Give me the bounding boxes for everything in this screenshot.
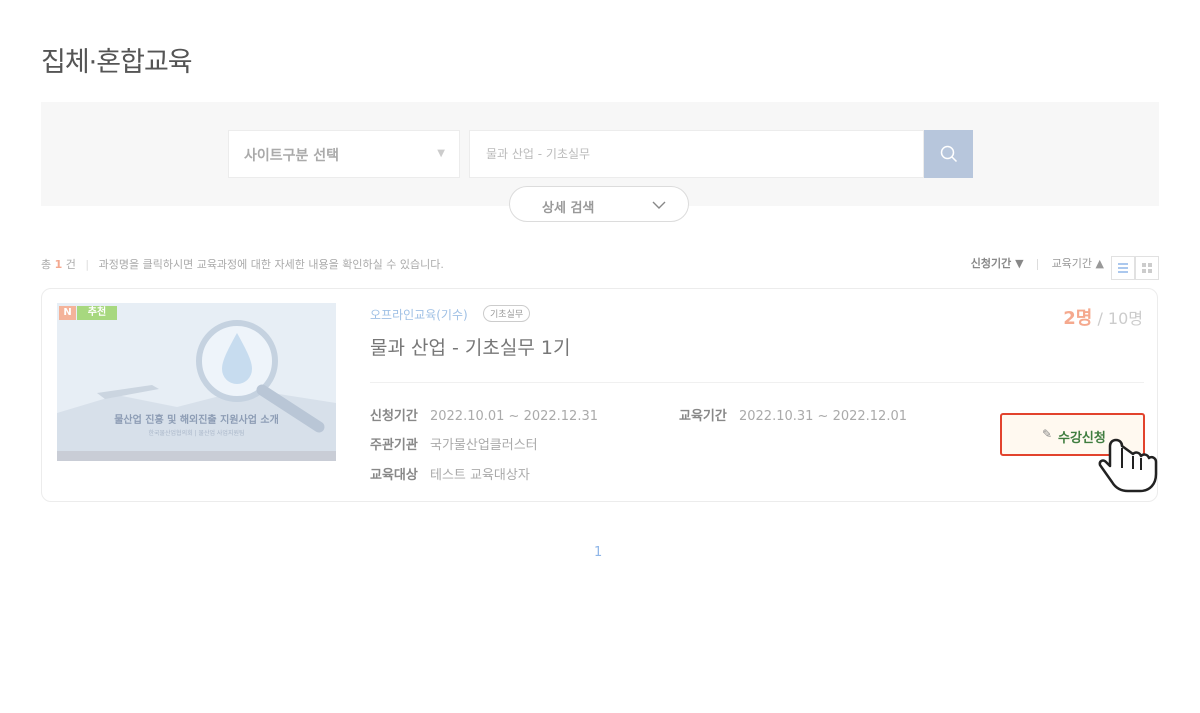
caret-down-icon: ▼ xyxy=(437,148,445,159)
sort-bar: 신청기간 ▼ 교육기간 ▲ xyxy=(971,255,1104,271)
host-org-value: 국가물산업클러스터 xyxy=(429,438,538,453)
summary-prefix: 총 xyxy=(41,258,52,271)
search-input[interactable]: 물과 산업 - 기초실무 xyxy=(469,130,924,178)
course-card: 물산업 진흥 및 해외진출 지원사업 소개 한국물산업협의회 | 물산업 사업지… xyxy=(41,288,1158,502)
search-panel: 사이트구분 선택 ▼ 물과 산업 - 기초실무 상세 검색 xyxy=(41,102,1159,222)
thumbnail-subtitle: 한국물산업협의회 | 물산업 사업지원팀 xyxy=(148,430,245,437)
hand-pointer-icon xyxy=(1098,438,1158,493)
chevron-down-icon xyxy=(652,201,666,209)
course-category: 오프라인교육(기수) xyxy=(370,308,468,322)
apply-period-label: 신청기간 xyxy=(370,409,418,424)
result-summary: 총 1 건 | 과정명을 클릭하시면 교육과정에 대한 자세한 내용을 확인하실… xyxy=(41,256,444,272)
enrollment-status: 2명 / 10명 xyxy=(1063,304,1143,330)
page-title: 집체·혼합교육 xyxy=(41,47,193,78)
edu-period-label: 교육기간 xyxy=(679,409,727,424)
thumbnail-illustration xyxy=(57,303,336,461)
capacity-count: / 10명 xyxy=(1097,309,1143,328)
detail-search-label: 상세 검색 xyxy=(542,201,595,216)
summary-hint: 과정명을 클릭하시면 교육과정에 대한 자세한 내용을 확인하실 수 있습니다. xyxy=(98,258,444,271)
summary-divider: | xyxy=(85,258,90,271)
pagination-page-1[interactable]: 1 xyxy=(594,545,602,560)
search-button[interactable] xyxy=(924,130,973,178)
card-divider xyxy=(370,382,1144,383)
new-badge: N xyxy=(59,306,76,320)
apply-period-value: 2022.10.01 ~ 2022.12.31 xyxy=(429,409,599,424)
host-org-label: 주관기관 xyxy=(370,438,418,453)
recommend-badge: 추천 xyxy=(77,306,117,320)
thumbnail-title: 물산업 진흥 및 해외진출 지원사업 소개 xyxy=(114,415,279,426)
sort-divider xyxy=(1037,258,1039,270)
sort-apply-period[interactable]: 신청기간 ▼ xyxy=(971,255,1024,271)
sort-edu-period[interactable]: 교육기간 ▲ xyxy=(1052,255,1104,271)
edu-target-label: 교육대상 xyxy=(370,468,418,483)
result-count: 1 xyxy=(54,258,63,271)
summary-unit: 건 xyxy=(65,258,76,271)
pencil-icon: ✎ xyxy=(1042,427,1053,441)
site-type-select-label: 사이트구분 선택 xyxy=(244,148,340,164)
host-org: 주관기관 국가물산업클러스터 xyxy=(370,434,538,453)
course-title-link[interactable]: 물과 산업 - 기초실무 1기 xyxy=(370,333,570,360)
course-thumbnail[interactable]: 물산업 진흥 및 해외진출 지원사업 소개 한국물산업협의회 | 물산업 사업지… xyxy=(57,303,336,461)
edu-target-value: 테스트 교육대상자 xyxy=(429,468,530,483)
grid-view-button[interactable] xyxy=(1135,256,1159,280)
list-icon xyxy=(1118,263,1128,273)
video-controls-bar xyxy=(57,451,336,461)
grid-icon xyxy=(1142,263,1152,273)
course-tag: 기초실무 xyxy=(483,305,531,322)
site-type-select[interactable]: 사이트구분 선택 ▼ xyxy=(228,130,460,178)
search-icon xyxy=(940,145,958,163)
edu-target: 교육대상 테스트 교육대상자 xyxy=(370,464,530,483)
edu-period-value: 2022.10.31 ~ 2022.12.01 xyxy=(738,409,908,424)
detail-search-button[interactable]: 상세 검색 xyxy=(509,186,689,222)
list-view-button[interactable] xyxy=(1111,256,1135,280)
apply-period: 신청기간 2022.10.01 ~ 2022.12.31 xyxy=(370,405,598,424)
edu-period: 교육기간 2022.10.31 ~ 2022.12.01 xyxy=(679,405,907,424)
enrolled-count: 2명 xyxy=(1063,308,1093,329)
